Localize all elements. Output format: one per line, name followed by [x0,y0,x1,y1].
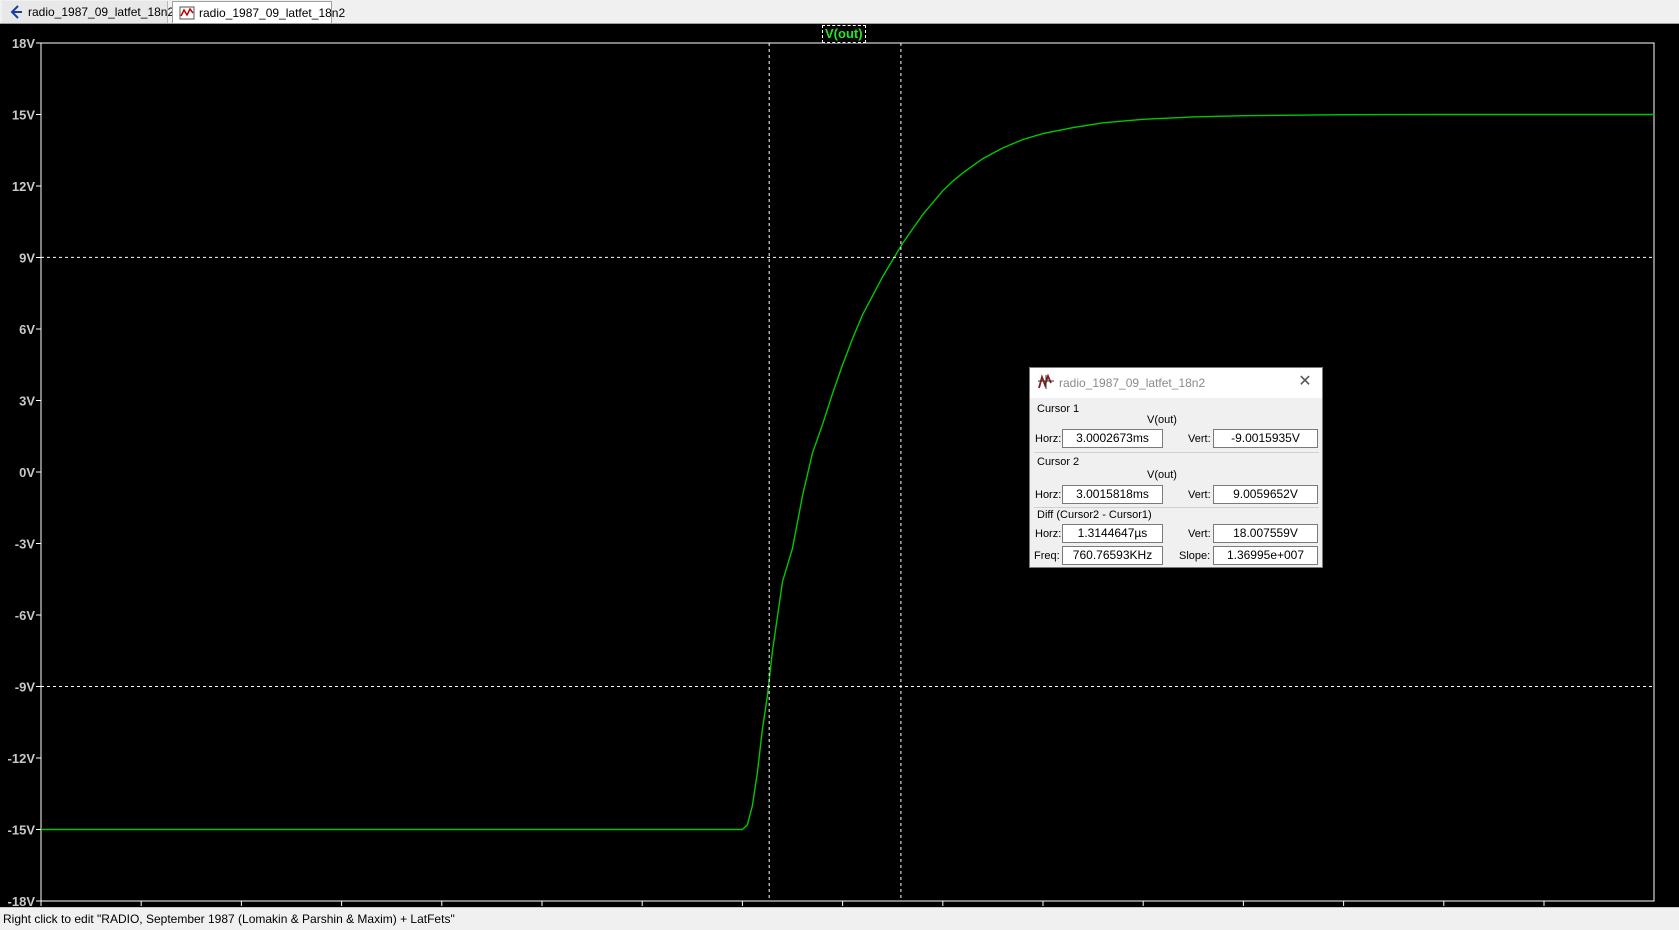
tab-schematic[interactable]: radio_1987_09_latfet_18n2 [2,1,174,23]
cursor2-vert-label: Vert: [1188,489,1211,501]
dialog-titlebar[interactable]: radio_1987_09_latfet_18n2 ✕ [1030,368,1322,398]
cursor2-group-label: Cursor 2 [1037,456,1080,468]
diff-horz-label: Horz: [1035,528,1062,540]
cursor-dialog-icon [1038,374,1054,389]
y-tick-label: 0V [19,465,35,480]
y-tick-label: -12V [8,751,36,766]
status-text: Right click to edit "RADIO, September 19… [3,912,455,926]
cursor2-vert-field[interactable]: 9.0059652V [1213,485,1318,504]
diff-freq-label: Freq: [1034,550,1060,562]
y-tick-label: -9V [15,680,36,695]
diff-vert-field[interactable]: 18.007559V [1213,524,1318,543]
divider [1034,507,1319,508]
close-icon[interactable]: ✕ [1296,373,1314,391]
cursor1-group-label: Cursor 1 [1037,403,1080,415]
cursor1-horz-field[interactable]: 3.0002673ms [1062,429,1163,448]
cursor1-horz-label: Horz: [1035,433,1062,445]
y-tick-label: 15V [12,108,35,123]
diff-freq-field[interactable]: 760.76593KHz [1062,546,1163,565]
y-tick-label: -18V [8,894,36,907]
diff-slope-label: Slope: [1179,550,1211,562]
schematic-icon [10,5,22,19]
diff-horz-field[interactable]: 1.3144647µs [1062,524,1163,543]
trace-label-vout[interactable]: V(out) [822,25,866,43]
diff-slope-field[interactable]: 1.36995e+007 [1213,546,1318,565]
cursor2-horz-field[interactable]: 3.0015818ms [1062,485,1163,504]
y-tick-label: 9V [19,251,35,266]
y-tick-label: -6V [15,608,36,623]
cursor1-trace: V(out) [1147,414,1177,426]
dialog-title: radio_1987_09_latfet_18n2 [1059,376,1206,390]
cursor-dialog: radio_1987_09_latfet_18n2 ✕ Cursor 1 V(o… [1029,367,1323,568]
plot-frame [40,42,1655,902]
waveform-plot[interactable]: 18V15V12V9V6V3V0V-3V-6V-9V-12V-15V-18V2.… [0,24,1679,907]
status-bar: Right click to edit "RADIO, September 19… [0,907,1679,930]
diff-vert-label: Vert: [1188,528,1211,540]
tab-waveform-label: radio_1987_09_latfet_18n2 [199,6,346,20]
waveform-icon [179,6,195,20]
y-tick-label: 12V [12,179,35,194]
tab-bar: radio_1987_09_latfet_18n2 radio_1987_09_… [0,0,1679,24]
tab-waveform[interactable]: radio_1987_09_latfet_18n2 [172,1,345,23]
diff-group-label: Diff (Cursor2 - Cursor1) [1037,509,1152,521]
cursor1-vert-label: Vert: [1188,433,1211,445]
cursor2-horz-label: Horz: [1035,489,1062,501]
cursor2-trace: V(out) [1147,469,1177,481]
y-tick-label: -3V [15,537,36,552]
waveform-trace-vout [41,113,1655,831]
divider [1034,452,1319,453]
cursor1-vert-field[interactable]: -9.0015935V [1213,429,1318,448]
y-tick-label: 3V [19,394,35,409]
tab-schematic-label: radio_1987_09_latfet_18n2 [28,5,175,19]
y-tick-label: 6V [19,322,35,337]
y-tick-label: 18V [12,36,35,51]
y-tick-label: -15V [8,823,36,838]
